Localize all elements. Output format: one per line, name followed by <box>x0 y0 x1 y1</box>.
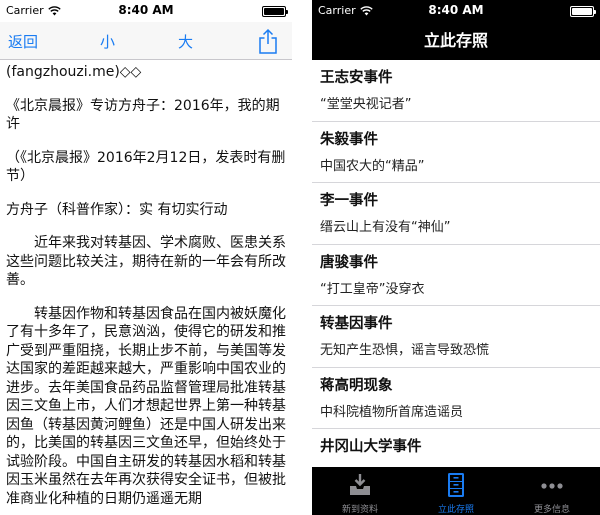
event-subtitle: 缙云山上有没有“神仙” <box>320 220 451 235</box>
article-headline: 《北京晨报》专访方舟子：2016年，我的期许 <box>6 97 280 133</box>
list-item[interactable]: 蒋高明现象 中科院植物所首席造谣员 <box>312 367 600 429</box>
tab-more-info[interactable]: 更多信息 <box>504 467 600 515</box>
event-subtitle: “堂堂央视记者” <box>320 97 412 112</box>
share-icon[interactable] <box>258 28 278 54</box>
status-time: 8:40 AM <box>118 3 174 17</box>
event-subtitle: “打工皇帝”没穿衣 <box>320 281 425 297</box>
event-title: 转基因事件 <box>320 316 393 332</box>
event-subtitle: 无知产生恐惧，谣言导致恐慌 <box>320 343 490 358</box>
status-bar: Carrier 8:40 AM <box>0 0 292 22</box>
article-navbar: 返回 小 大 <box>0 22 292 60</box>
screen-gap <box>292 0 312 515</box>
article-paragraph: 转基因作物和转基因食品在国内被妖魔化了有十多年了，民意汹汹，使得它的研发和推广受… <box>6 305 286 507</box>
list-item[interactable]: 转基因事件 无知产生恐惧，谣言导致恐慌 <box>312 306 600 368</box>
status-time: 8:40 AM <box>428 3 484 17</box>
tab-label: 新到资料 <box>341 505 378 515</box>
events-list: 王志安事件 “堂堂央视记者” 朱毅事件 中国农大的“精品” 李一事件 缙云山上有… <box>312 60 600 491</box>
tab-bar: 新到资料 立此存照 更多信息 <box>312 467 600 515</box>
tab-label: 立此存照 <box>437 505 474 515</box>
article-screen: Carrier 8:40 AM 返回 小 大 (fangzhouzi.me)◇◇… <box>0 0 292 515</box>
font-large-button[interactable]: 大 <box>178 31 193 52</box>
event-title: 朱毅事件 <box>320 131 378 148</box>
list-item[interactable]: 唐骏事件 “打工皇帝”没穿衣 <box>312 244 600 306</box>
tab-new-materials[interactable]: 新到资料 <box>312 467 408 515</box>
event-title: 王志安事件 <box>320 70 393 86</box>
events-navbar: 立此存照 <box>312 22 600 60</box>
battery-icon <box>570 6 596 17</box>
archive-drawers-icon <box>448 473 464 497</box>
article-source: (fangzhouzi.me)◇◇ <box>6 64 142 80</box>
article-author-line: 方舟子（科普作家）：实 有切实行动 <box>6 201 228 218</box>
status-bar: Carrier 8:40 AM <box>312 0 600 22</box>
event-subtitle: 中科院植物所首席造谣员 <box>320 404 464 420</box>
article-paragraph: 近年来我对转基因、学术腐败、医患关系这些问题比较关注，期待在新的一年会有所改善。 <box>6 235 286 288</box>
inbox-download-icon <box>350 474 370 495</box>
back-button[interactable]: 返回 <box>8 31 38 52</box>
tab-archive[interactable]: 立此存照 <box>408 467 504 515</box>
event-title: 唐骏事件 <box>320 254 378 271</box>
font-small-button[interactable]: 小 <box>100 31 115 52</box>
article-publication-note: （《北京晨报》2016年2月12日，发表时有删节） <box>6 149 286 185</box>
list-item[interactable]: 李一事件 缙云山上有没有“神仙” <box>312 183 600 245</box>
more-dots-icon <box>541 483 563 489</box>
event-title: 井冈山大学事件 <box>320 439 422 455</box>
battery-icon <box>262 6 288 17</box>
event-subtitle: 中国农大的“精品” <box>320 158 425 174</box>
list-item[interactable]: 王志安事件 “堂堂央视记者” <box>312 60 600 122</box>
events-screen: Carrier 8:40 AM 立此存照 王志安事件 “堂堂央视记者” 朱毅事件… <box>312 0 600 515</box>
event-title: 蒋高明现象 <box>320 377 393 394</box>
list-item[interactable]: 朱毅事件 中国农大的“精品” <box>312 121 600 183</box>
page-title: 立此存照 <box>423 31 488 50</box>
article-body: (fangzhouzi.me)◇◇ 《北京晨报》专访方舟子：2016年，我的期许… <box>0 60 292 515</box>
tab-label: 更多信息 <box>533 505 570 515</box>
event-title: 李一事件 <box>320 193 378 209</box>
